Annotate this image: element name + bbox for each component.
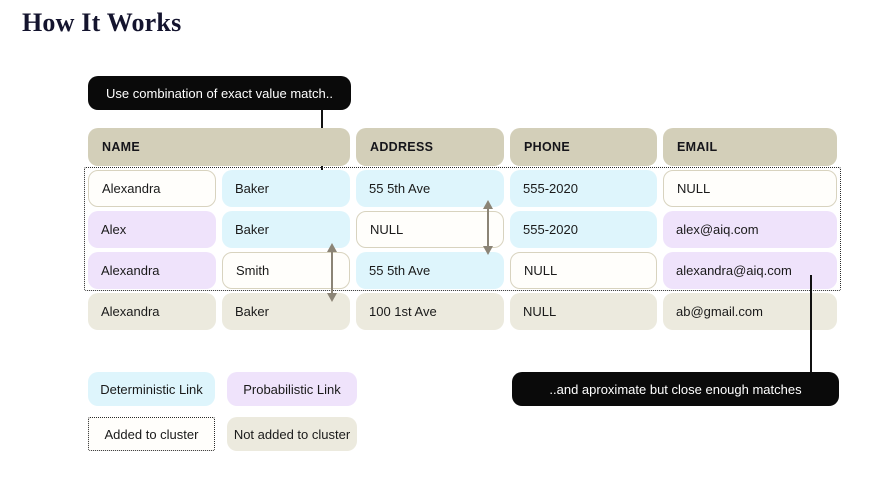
cell-r4-address: 100 1st Ave xyxy=(356,293,504,330)
cell-r3-first-name: Alexandra xyxy=(88,252,216,289)
how-it-works-diagram: How It Works Use combination of exact va… xyxy=(0,0,876,489)
column-header-address: ADDRESS xyxy=(356,128,504,166)
callout-approx-connector-line xyxy=(810,275,812,372)
cell-r2-first-name: Alex xyxy=(88,211,216,248)
column-header-email: EMAIL xyxy=(663,128,837,166)
cell-r1-email: NULL xyxy=(663,170,837,207)
legend-deterministic-link: Deterministic Link xyxy=(88,372,215,406)
cell-r4-last-name: Baker xyxy=(222,293,350,330)
legend-not-added-to-cluster: Not added to cluster xyxy=(227,417,357,451)
column-header-phone: PHONE xyxy=(510,128,657,166)
cell-r3-address: 55 5th Ave xyxy=(356,252,504,289)
page-title: How It Works xyxy=(22,8,181,38)
column-header-name: NAME xyxy=(88,128,350,166)
cell-r1-phone: 555-2020 xyxy=(510,170,657,207)
cell-r4-phone: NULL xyxy=(510,293,657,330)
cell-r1-last-name: Baker xyxy=(222,170,350,207)
cell-r1-first-name: Alexandra xyxy=(88,170,216,207)
callout-approx-match: ..and aproximate but close enough matche… xyxy=(512,372,839,406)
cell-r2-email: alex@aiq.com xyxy=(663,211,837,248)
cell-r2-address: NULL xyxy=(356,211,504,248)
callout-exact-match: Use combination of exact value match.. xyxy=(88,76,351,110)
cell-r3-phone: NULL xyxy=(510,252,657,289)
cell-r1-address: 55 5th Ave xyxy=(356,170,504,207)
record-table: NAME ADDRESS PHONE EMAIL Alexandra Baker… xyxy=(88,128,837,330)
cell-r2-last-name: Baker xyxy=(222,211,350,248)
cell-r3-last-name: Smith xyxy=(222,252,350,289)
legend-added-to-cluster: Added to cluster xyxy=(88,417,215,451)
legend-probabilistic-link: Probabilistic Link xyxy=(227,372,357,406)
cell-r4-first-name: Alexandra xyxy=(88,293,216,330)
cell-r2-phone: 555-2020 xyxy=(510,211,657,248)
